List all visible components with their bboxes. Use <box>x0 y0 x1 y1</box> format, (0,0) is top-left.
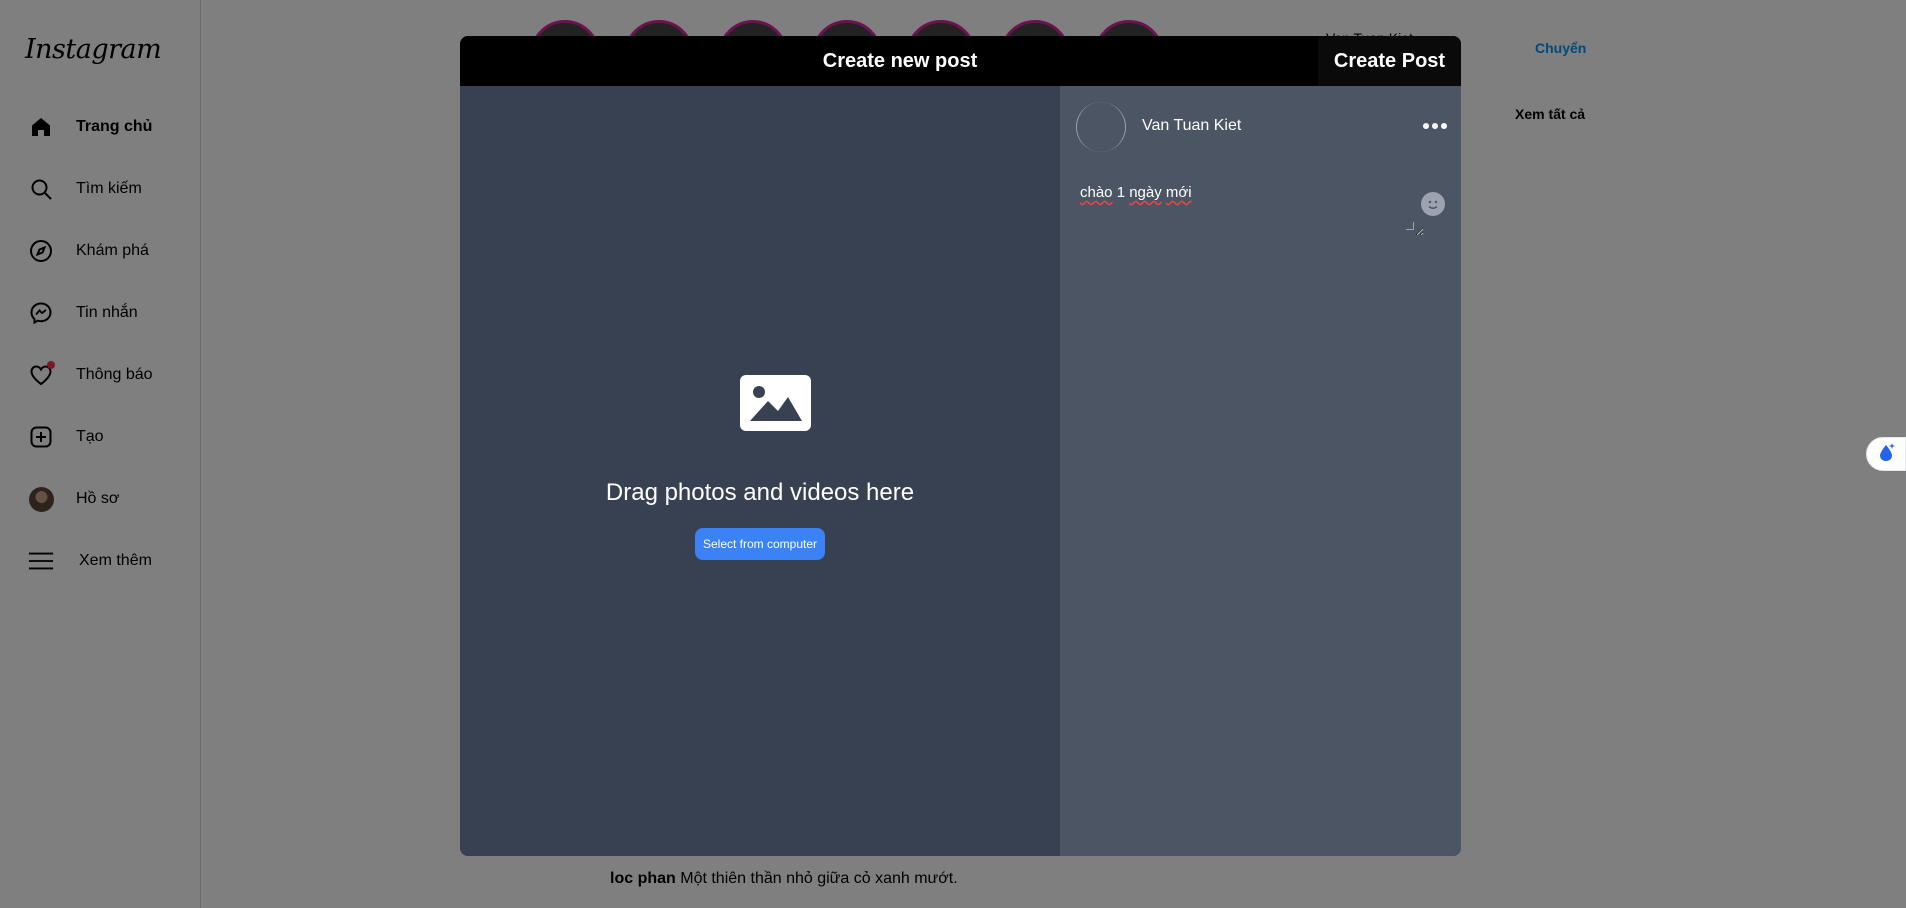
droplet-sparkle-icon <box>1875 441 1897 468</box>
create-post-button[interactable]: Create Post <box>1318 36 1461 86</box>
drag-instructions: Drag photos and videos here <box>605 479 915 506</box>
media-drop-zone[interactable]: Drag photos and videos here Select from … <box>460 86 1060 856</box>
post-author-name: Van Tuan Kiet <box>1142 117 1242 134</box>
modal-title: Create new post <box>822 50 978 72</box>
select-from-computer-button[interactable]: Select from computer <box>695 528 825 560</box>
modal-header: Create new post Create Post <box>460 36 1461 86</box>
caption-input[interactable] <box>1077 178 1424 236</box>
image-icon <box>740 375 811 431</box>
create-post-modal: Create new post Create Post Drag photos … <box>460 36 1461 856</box>
more-options-icon[interactable] <box>1423 116 1447 136</box>
floating-extension-button[interactable] <box>1866 437 1906 471</box>
avatar <box>1076 102 1126 152</box>
emoji-icon[interactable] <box>1421 192 1445 216</box>
post-details-pane: Van Tuan Kiet chào 1 ngày mới <box>1060 86 1461 856</box>
textarea-resize-handle[interactable] <box>1406 222 1414 230</box>
